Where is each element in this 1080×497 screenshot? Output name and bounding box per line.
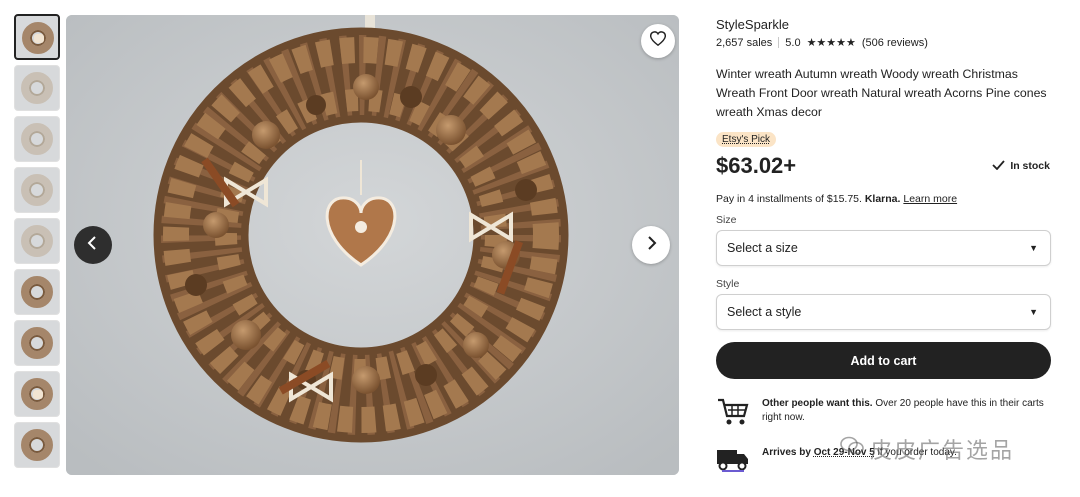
demand-text: Other people want this. Over 20 people h… [762, 397, 1056, 432]
style-select-value: Select a style [727, 305, 802, 319]
stock-status: In stock [992, 159, 1050, 173]
thumbnail[interactable] [14, 269, 60, 315]
check-icon [992, 159, 1005, 173]
demand-bold: Other people want this. [762, 398, 873, 409]
shopping-cart-icon [716, 397, 752, 432]
learn-more-link[interactable]: Learn more [903, 193, 957, 205]
thumbnail[interactable] [14, 371, 60, 417]
wechat-icon [840, 436, 864, 462]
product-title: Winter wreath Autumn wreath Woody wreath… [716, 67, 1047, 119]
product-image [66, 15, 679, 475]
heart-icon [649, 31, 667, 51]
thumbnail[interactable] [14, 116, 60, 162]
klarna-text: Pay in 4 installments of $15.75. [716, 193, 862, 205]
thumbnail[interactable] [14, 218, 60, 264]
style-select[interactable]: Select a style ▼ [716, 294, 1051, 330]
truck-icon [716, 446, 752, 477]
product-details: StyleSparkle 2,657 sales 5.0 ★★★★★ (506 … [716, 17, 1056, 477]
klarna-brand: Klarna. [864, 193, 901, 205]
price-row: $63.02+ In stock [716, 153, 1056, 179]
review-count[interactable]: (506 reviews) [862, 37, 928, 49]
chevron-left-icon [87, 235, 99, 255]
sales-count: 2,657 sales [716, 36, 773, 49]
caret-down-icon: ▼ [1029, 243, 1038, 253]
next-image-button[interactable] [632, 226, 670, 264]
shipping-prefix: Arrives by [762, 447, 811, 458]
size-select[interactable]: Select a size ▼ [716, 230, 1051, 266]
size-label: Size [716, 214, 737, 226]
rating-value: 5.0 [785, 36, 801, 49]
shop-name[interactable]: StyleSparkle [716, 17, 1056, 32]
demand-notice: Other people want this. Over 20 people h… [716, 397, 1056, 432]
watermark: 皮皮广告选品 [840, 433, 1014, 465]
stock-label: In stock [1010, 160, 1050, 172]
thumbnail[interactable] [14, 14, 60, 60]
chevron-right-icon [645, 235, 657, 255]
thumbnail[interactable] [14, 65, 60, 111]
divider [778, 37, 780, 48]
thumbnail[interactable] [14, 320, 60, 366]
thumbnail[interactable] [14, 422, 60, 468]
watermark-text: 皮皮广告选品 [870, 439, 1015, 464]
size-select-value: Select a size [727, 241, 798, 255]
thumbnail-strip [14, 14, 62, 473]
shop-meta: 2,657 sales 5.0 ★★★★★ (506 reviews) [716, 36, 1056, 50]
add-to-cart-button[interactable]: Add to cart [716, 342, 1051, 379]
klarna-installments: Pay in 4 installments of $15.75. Klarna.… [716, 193, 1056, 205]
previous-image-button[interactable] [74, 226, 112, 264]
caret-down-icon: ▼ [1029, 307, 1038, 317]
price: $63.02+ [716, 153, 797, 178]
favorite-button[interactable] [641, 24, 675, 58]
thumbnail[interactable] [14, 167, 60, 213]
wreath-illustration [66, 15, 679, 475]
etsys-pick-badge[interactable]: Etsy's Pick [716, 132, 777, 147]
star-rating-icon: ★★★★★ [806, 37, 856, 49]
style-label: Style [716, 278, 740, 290]
